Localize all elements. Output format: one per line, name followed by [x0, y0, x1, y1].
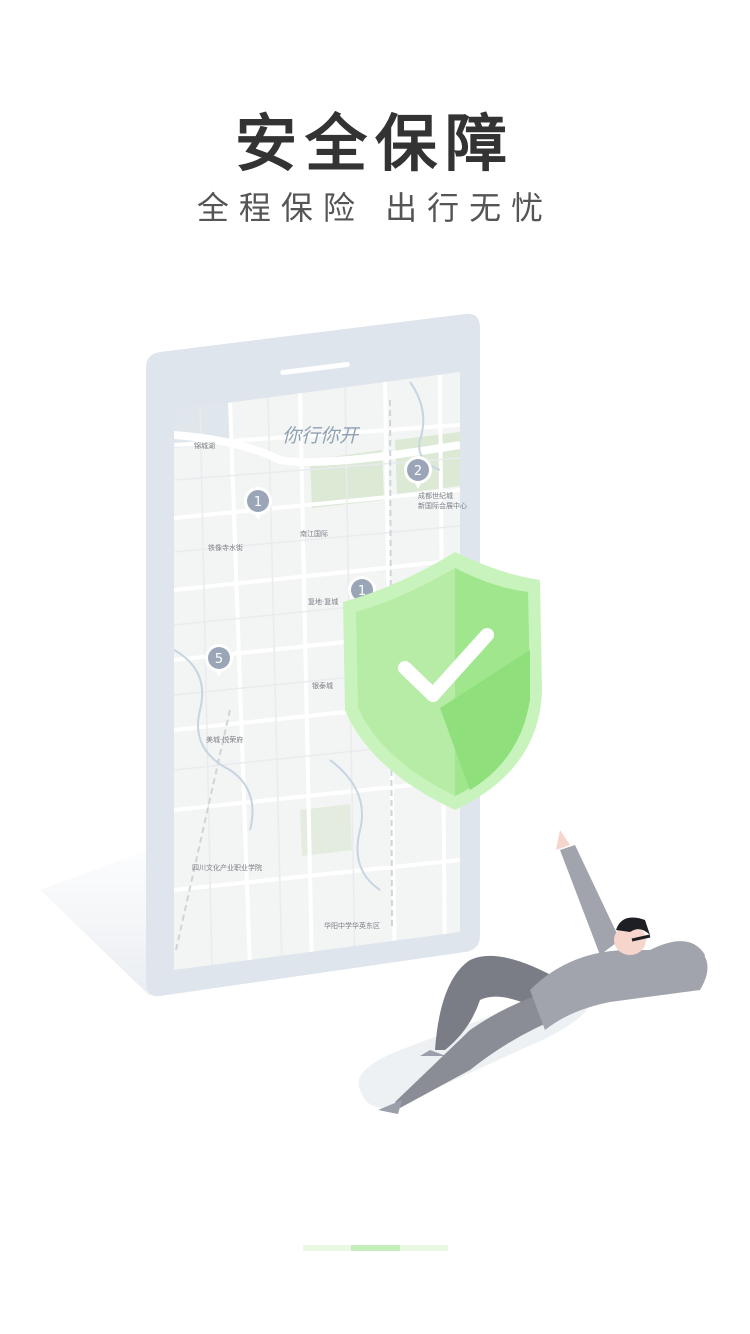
- map-label: 复地·复城: [308, 597, 338, 606]
- page-title: 安全保障: [234, 107, 515, 180]
- onboarding-page: 安全保障 全程保险 出行无忧 你行你开 锦城湖 铁像寺水街 南江国际 复地·复城…: [0, 0, 750, 1334]
- map-label: 华阳中学华英东区: [324, 921, 380, 930]
- map-label: 银泰城: [312, 681, 333, 690]
- page-indicator-dot[interactable]: [303, 1245, 352, 1251]
- phone-shadow: [40, 850, 150, 996]
- map-label: 四川文化产业职业学院: [192, 863, 262, 872]
- map-banner: 你行你开: [282, 425, 361, 447]
- safety-illustration: 你行你开 锦城湖 铁像寺水街 南江国际 复地·复城 银泰城 美城·悦荣府 成都世…: [40, 313, 708, 1114]
- page-indicator: [303, 1245, 448, 1251]
- map-label: 成都世纪城: [418, 491, 453, 500]
- map-label: 新国际会展中心: [418, 501, 467, 510]
- pin-number: 5: [215, 652, 223, 667]
- page-subtitle: 全程保险 出行无忧: [196, 189, 554, 227]
- pin-number: 1: [254, 495, 262, 510]
- map-label: 南江国际: [300, 529, 328, 538]
- page-indicator-dot[interactable]: [399, 1245, 448, 1251]
- map-label: 锦城湖: [194, 441, 215, 450]
- page-indicator-dot-active[interactable]: [351, 1245, 400, 1251]
- pin-number: 2: [414, 464, 422, 479]
- map-label: 铁像寺水街: [208, 543, 243, 552]
- map-label: 美城·悦荣府: [206, 735, 243, 744]
